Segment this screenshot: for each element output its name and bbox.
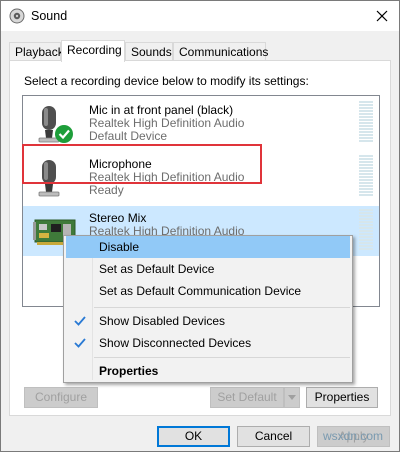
device-item-mic-front[interactable]: Mic in at front panel (black) Realtek Hi… xyxy=(23,98,379,148)
menu-item-label: Show Disconnected Devices xyxy=(99,336,252,350)
device-status: Ready xyxy=(89,183,124,197)
menu-item-properties[interactable]: Properties xyxy=(66,360,350,382)
checkmark-icon xyxy=(74,338,86,348)
tab-recording[interactable]: Recording xyxy=(61,40,125,62)
level-meter xyxy=(359,155,373,199)
window-title: Sound xyxy=(31,9,68,23)
device-name: Stereo Mix xyxy=(89,211,147,225)
menu-item-disable[interactable]: Disable xyxy=(66,236,350,258)
close-icon xyxy=(376,10,388,22)
chevron-down-icon xyxy=(288,395,296,400)
tab-communications[interactable]: Communications xyxy=(173,42,268,61)
menu-separator xyxy=(94,307,350,308)
instruction-text: Select a recording device below to modif… xyxy=(24,74,309,88)
default-check-icon xyxy=(55,125,73,143)
device-name: Microphone xyxy=(89,157,152,171)
sound-dialog: Sound Playback Recording Sounds Communic… xyxy=(0,0,400,452)
watermark: wsxdn.com xyxy=(323,429,384,443)
menu-item-set-default-communication[interactable]: Set as Default Communication Device xyxy=(66,280,350,302)
menu-item-set-default-device[interactable]: Set as Default Device xyxy=(66,258,350,280)
context-menu: Disable Set as Default Device Set as Def… xyxy=(63,235,353,383)
set-default-dropdown[interactable] xyxy=(284,387,300,408)
menu-item-label: Show Disabled Devices xyxy=(99,314,226,328)
menu-item-show-disabled[interactable]: Show Disabled Devices xyxy=(66,310,350,332)
properties-button[interactable]: Properties xyxy=(306,387,378,408)
microphone-icon xyxy=(38,160,60,197)
speaker-icon xyxy=(9,8,25,24)
device-driver: Realtek High Definition Audio xyxy=(89,170,245,184)
configure-button[interactable]: Configure xyxy=(24,387,98,408)
device-driver: Realtek High Definition Audio xyxy=(89,116,245,130)
device-item-microphone[interactable]: Microphone Realtek High Definition Audio… xyxy=(23,152,379,202)
microphone-icon xyxy=(38,106,73,143)
checkmark-icon xyxy=(74,316,86,326)
level-meter xyxy=(359,209,373,253)
menu-separator xyxy=(94,357,350,358)
title-bar: Sound xyxy=(1,1,399,31)
close-button[interactable] xyxy=(365,1,399,31)
device-status: Default Device xyxy=(89,129,168,143)
level-meter xyxy=(359,101,373,145)
device-name: Mic in at front panel (black) xyxy=(89,103,234,117)
cancel-button[interactable]: Cancel xyxy=(237,426,310,447)
tab-sounds[interactable]: Sounds xyxy=(125,42,173,61)
set-default-button[interactable]: Set Default xyxy=(210,387,284,408)
ok-button[interactable]: OK xyxy=(157,426,230,447)
menu-item-show-disconnected[interactable]: Show Disconnected Devices xyxy=(66,332,350,354)
tab-playback[interactable]: Playback xyxy=(9,42,64,61)
